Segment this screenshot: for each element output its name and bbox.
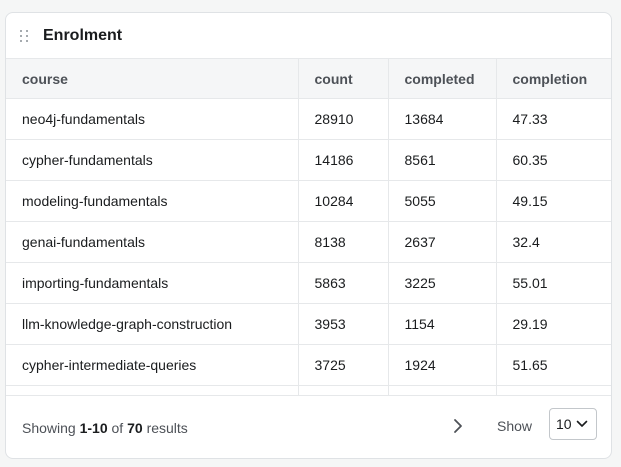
cell-count: 10284	[298, 180, 389, 222]
cell-count: 5863	[298, 262, 389, 304]
table-row-partial	[6, 385, 611, 395]
cell-completed: 1154	[388, 303, 497, 345]
cell-completion: 47.33	[496, 98, 611, 140]
table-row: neo4j-fundamentals 28910 13684 47.33	[6, 98, 611, 140]
cell-course: llm-knowledge-graph-construction	[6, 303, 299, 345]
table-row: cypher-fundamentals 14186 8561 60.35	[6, 139, 611, 181]
cell-completion: 55.01	[496, 262, 611, 304]
cell-completed: 5055	[388, 180, 497, 222]
results-summary: Showing 1-10 of 70 results	[22, 420, 188, 436]
results-range: 1-10	[79, 420, 108, 436]
table-row: genai-fundamentals 8138 2637 32.4	[6, 221, 611, 263]
column-header-count[interactable]: count	[298, 58, 389, 99]
cell-completion: 49.15	[496, 180, 611, 222]
cell-completed: 8561	[388, 139, 497, 181]
pagination-footer: Showing 1-10 of 70 results Show 10	[6, 395, 611, 458]
cell-course: genai-fundamentals	[6, 221, 299, 263]
column-header-completion[interactable]: completion	[496, 58, 611, 99]
cell-completion: 29.19	[496, 303, 611, 345]
card-title: Enrolment	[43, 26, 123, 44]
table-row: modeling-fundamentals 10284 5055 49.15	[6, 180, 611, 222]
cell-course: modeling-fundamentals	[6, 180, 299, 222]
cell-completion: 60.35	[496, 139, 611, 181]
data-table: course count completed completion neo4j-…	[6, 58, 611, 395]
table-row: importing-fundamentals 5863 3225 55.01	[6, 262, 611, 304]
drag-handle-icon[interactable]	[20, 29, 29, 42]
enrolment-card: Enrolment course count completed complet…	[5, 12, 612, 459]
column-header-course[interactable]: course	[6, 58, 299, 99]
chevron-right-icon	[454, 419, 462, 433]
cell-course: cypher-fundamentals	[6, 139, 299, 181]
cell-count: 28910	[298, 98, 389, 140]
cell-count: 8138	[298, 221, 389, 263]
cell-completed: 2637	[388, 221, 497, 263]
page-size-value: 10	[556, 416, 572, 432]
next-page-button[interactable]	[446, 414, 470, 438]
page-size-select[interactable]: 10	[549, 408, 597, 440]
table-row: llm-knowledge-graph-construction 3953 11…	[6, 303, 611, 345]
results-total: 70	[127, 420, 143, 436]
cell-course: cypher-intermediate-queries	[6, 344, 299, 386]
table-row: cypher-intermediate-queries 3725 1924 51…	[6, 344, 611, 386]
cell-count: 3953	[298, 303, 389, 345]
cell-count: 3725	[298, 344, 389, 386]
table-header-row: course count completed completion	[6, 58, 611, 99]
card-header: Enrolment	[6, 13, 611, 58]
cell-course: importing-fundamentals	[6, 262, 299, 304]
table-container[interactable]: course count completed completion neo4j-…	[6, 58, 611, 395]
column-header-completed[interactable]: completed	[388, 58, 497, 99]
cell-completed: 1924	[388, 344, 497, 386]
cell-course: neo4j-fundamentals	[6, 98, 299, 140]
cell-count: 14186	[298, 139, 389, 181]
cell-completed: 13684	[388, 98, 497, 140]
cell-completed: 3225	[388, 262, 497, 304]
chevron-down-icon	[576, 420, 588, 427]
cell-completion: 51.65	[496, 344, 611, 386]
cell-completion: 32.4	[496, 221, 611, 263]
show-label: Show	[497, 418, 533, 434]
